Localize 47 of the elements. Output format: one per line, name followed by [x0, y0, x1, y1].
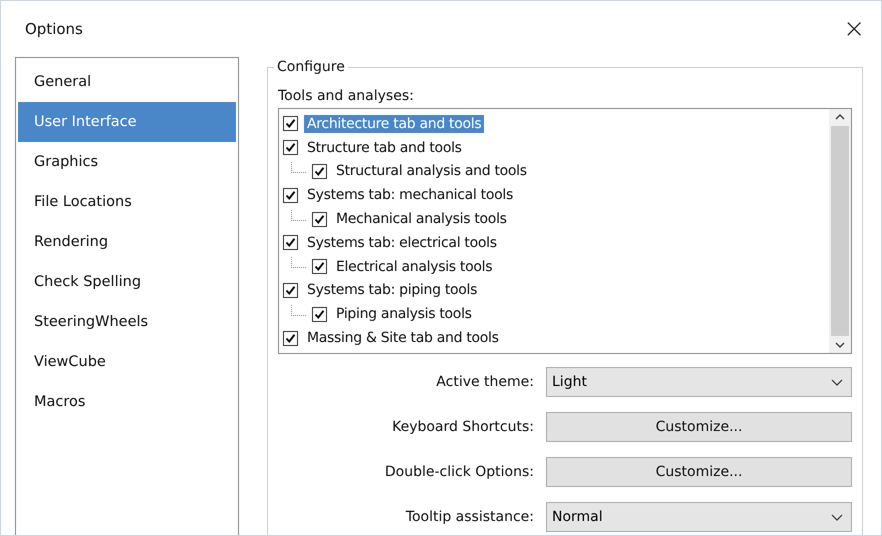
chevron-down-icon [831, 378, 843, 386]
checkbox[interactable] [283, 235, 298, 250]
list-label: Tools and analyses: [278, 88, 414, 104]
checkbox[interactable] [312, 164, 327, 179]
customize-button[interactable]: Customize... [546, 412, 852, 442]
tree-item[interactable]: Massing & Site tab and tools [304, 329, 502, 348]
tree-item[interactable]: Piping analysis tools [333, 305, 475, 324]
checkbox[interactable] [312, 212, 327, 227]
sidebar-item[interactable]: SteeringWheels [18, 302, 236, 342]
checkbox[interactable] [283, 140, 298, 156]
checkbox[interactable] [312, 259, 327, 274]
checkbox[interactable] [283, 116, 298, 132]
customize-button[interactable]: Customize... [546, 457, 852, 487]
sidebar-item[interactable]: File Locations [18, 182, 236, 222]
scroll-thumb[interactable] [831, 126, 849, 336]
setting-label: Active theme: [435, 374, 534, 390]
sidebar-item[interactable]: User Interface [18, 102, 236, 142]
sidebar-item[interactable]: General [18, 62, 236, 102]
tree-item[interactable]: Structure tab and tools [304, 138, 465, 157]
setting-label: Tooltip assistance: [404, 509, 534, 525]
tree-item[interactable]: Systems tab: piping tools [304, 281, 480, 300]
sidebar-item[interactable]: Macros [18, 382, 236, 422]
tree-item[interactable]: Electrical analysis tools [333, 258, 496, 276]
theme-dropdown[interactable]: Light [546, 367, 852, 397]
group-title: Configure [274, 59, 348, 75]
tree-item[interactable]: Mechanical analysis tools [333, 210, 510, 228]
scrollbar[interactable] [829, 109, 851, 353]
sidebar-item[interactable]: Rendering [18, 222, 236, 262]
tree-item[interactable]: Architecture tab and tools [304, 114, 484, 133]
tree-item[interactable]: Systems tab: mechanical tools [304, 186, 516, 204]
sidebar-item[interactable]: Graphics [18, 142, 236, 182]
window-title: Options [25, 20, 83, 38]
tree-item[interactable]: Structural analysis and tools [333, 162, 530, 180]
close-button[interactable]: × [837, 14, 871, 44]
checkbox[interactable] [283, 282, 298, 298]
checkbox[interactable] [312, 306, 327, 322]
scroll-up-icon[interactable] [835, 113, 845, 120]
chevron-down-icon [831, 514, 843, 520]
sidebar-item[interactable]: ViewCube [18, 342, 236, 382]
setting-label: Keyboard Shortcuts: [391, 419, 534, 435]
tree-item[interactable]: Systems tab: electrical tools [304, 234, 500, 252]
checkbox[interactable] [283, 188, 298, 203]
checkbox[interactable] [283, 330, 298, 346]
sidebar-item[interactable]: Check Spelling [18, 262, 236, 302]
setting-label: Double-click Options: [384, 464, 534, 480]
scroll-down-icon[interactable] [835, 342, 845, 349]
theme-dropdown[interactable]: Normal [546, 502, 852, 532]
